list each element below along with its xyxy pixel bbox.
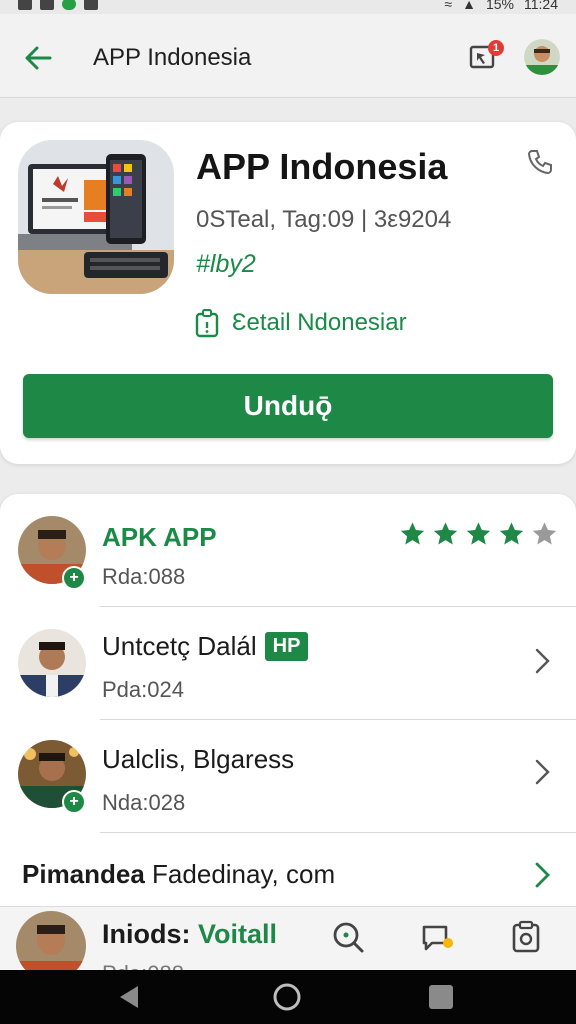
chevron-right-icon [535,759,550,785]
bottom-action-bar: Iniods: Voitall Pda:088 [0,906,576,970]
chevron-right-icon [535,648,550,674]
star-icon [499,522,524,545]
item-title: Untcetç Dalál HP [102,631,309,662]
app-bar: APP Indonesia 1 [0,14,576,98]
gallery-notification-icon [18,0,32,10]
item-subtitle: Nda:028 [102,790,186,815]
list-item[interactable]: + APK APP Rda:088 [0,494,576,607]
search-icon[interactable] [330,919,366,955]
list-item[interactable]: + Ualclis, Blgaress Nda:028 [0,720,576,833]
download-button[interactable]: Unduǭ [23,374,553,438]
app-thumbnail [18,140,174,294]
status-bar: ≈ ▲ 15% 11:24 [0,0,576,14]
detail-link[interactable]: Ɛetail Ndonesiar [194,308,407,338]
avatar[interactable] [16,911,86,970]
star-icon [532,522,557,545]
wifi-icon: ≈ [444,0,453,12]
profile-avatar[interactable] [524,39,560,75]
bottom-label-text: Iniods: [102,919,191,949]
item-subtitle: Pda:024 [102,677,184,702]
battery-level: 15% [485,0,514,12]
app-notification-icon [84,0,98,10]
message-notification-icon [40,0,54,10]
detail-icon [195,309,219,338]
hp-badge: HP [264,632,309,661]
app-tag[interactable]: #lby2 [196,250,256,279]
nav-back-icon[interactable] [114,982,144,1012]
bottom-label: Iniods: Voitall [102,919,277,950]
star-icon [466,522,491,545]
app-info-card: APP Indonesia 0STeal, Tag:09 | 3ε9204 #l… [0,122,576,464]
app-meta-info: 0STeal, Tag:09 | 3ε9204 [196,206,452,233]
status-notification-icons [18,0,98,10]
star-icon [400,522,425,545]
whatsapp-notification-icon [62,0,76,10]
rating-stars [398,520,559,548]
item-title: APK APP [102,522,217,552]
nav-home-icon[interactable] [272,982,302,1012]
bottom-subtitle: Pda:088 [102,961,184,970]
page-title: APP Indonesia [93,44,252,71]
reviews-list-card: + APK APP Rda:088 Untcetç Dalál HP Pda:02… [0,494,576,954]
app-name: APP Indonesia [196,146,448,187]
detail-link-label: Ɛetail Ndonesiar [232,309,407,336]
item-title: Ualclis, Blgaress [102,744,295,774]
phone-icon[interactable] [526,148,554,176]
add-friend-icon[interactable]: + [62,566,86,590]
item-title-text: Untcetç Dalál [102,631,257,661]
list-item[interactable]: Untcetç Dalál HP Pda:024 [0,607,576,720]
item-subtitle: Rda:088 [102,564,186,589]
footer-link-rest: Fadedinay, com [144,859,336,889]
add-friend-icon[interactable]: + [62,790,86,814]
clock: 11:24 [524,0,558,12]
notification-badge: 1 [488,40,504,56]
star-icon [433,522,458,545]
nav-recents-icon[interactable] [426,982,456,1012]
footer-link-text: Pimandea Fadedinay, com [22,859,335,890]
chevron-right-icon [535,862,550,888]
footer-link[interactable]: Pimandea Fadedinay, com [0,833,576,907]
bottom-label-accent: Voitall [198,919,278,949]
back-arrow-icon[interactable] [22,42,54,74]
avatar [18,629,86,697]
chat-icon[interactable] [418,919,454,955]
status-system-info: ≈ ▲ 15% 11:24 [444,0,558,12]
footer-link-bold: Pimandea [22,859,145,889]
clipboard-icon[interactable] [508,919,544,955]
signal-icon: ▲ [462,0,476,12]
system-nav-bar [0,970,576,1024]
